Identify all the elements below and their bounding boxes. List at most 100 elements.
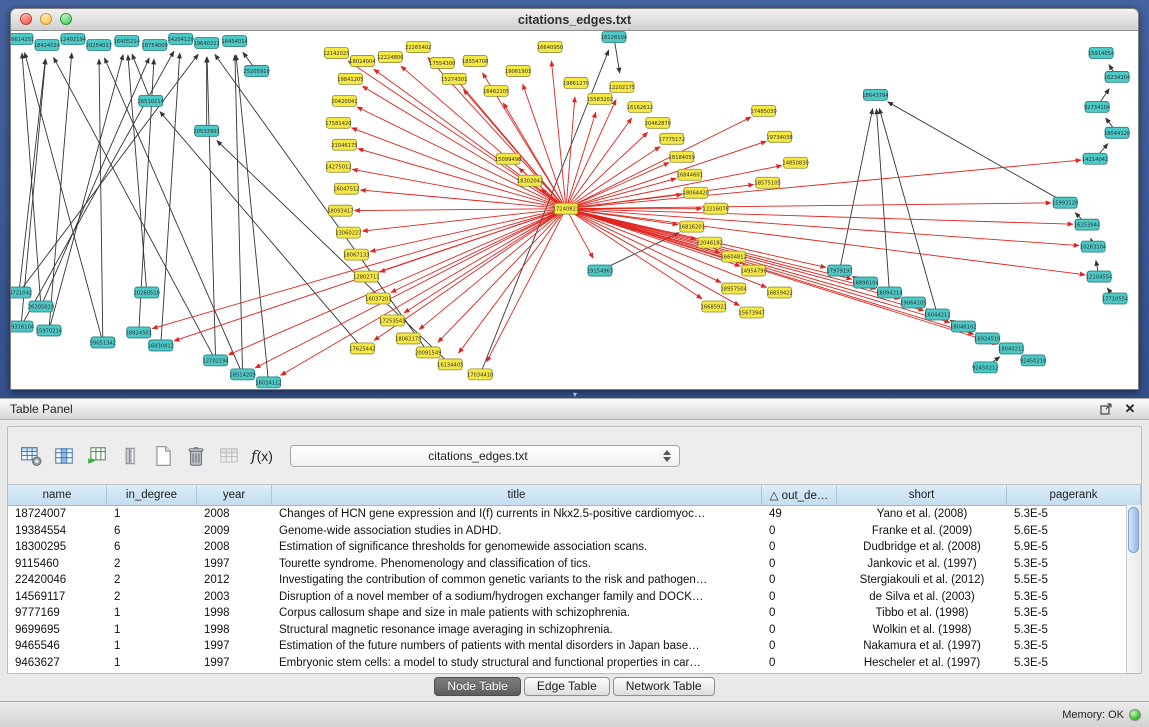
cell-pagerank[interactable]: 5.3E-5 (1007, 506, 1141, 523)
cell-short[interactable]: Yano et al. (2008) (837, 506, 1007, 523)
graph-node[interactable]: 15673947 (738, 307, 764, 318)
table-row[interactable]: 977716911998Corpus callosum shape and si… (8, 605, 1141, 622)
graph-node[interactable]: 16685921 (701, 301, 727, 312)
network-graph[interactable]: 1724082112142025180240041222480622265402… (11, 31, 1138, 390)
cell-name[interactable]: 22420046 (8, 572, 107, 589)
graph-node[interactable]: 20091549 (415, 347, 441, 358)
graph-node[interactable]: 92734104 (1084, 101, 1111, 112)
graph-node[interactable]: 16844601 (677, 169, 703, 180)
minimize-window-button[interactable] (40, 13, 52, 25)
cell-short[interactable]: Nakamura et al. (1997) (837, 638, 1007, 655)
graph-node[interactable]: 19316104 (11, 321, 35, 332)
cell-year[interactable]: 2003 (197, 589, 272, 606)
cell-in_degree[interactable]: 1 (107, 638, 197, 655)
column-header-title[interactable]: title (272, 485, 762, 505)
cell-pagerank[interactable]: 5.9E-5 (1007, 539, 1141, 556)
cell-title[interactable]: Tourette syndrome. Phenomenology and cla… (272, 556, 762, 573)
cell-out_degree[interactable]: 0 (762, 638, 837, 655)
graph-node[interactable]: 16830412 (148, 340, 174, 351)
cell-year[interactable]: 2008 (197, 539, 272, 556)
graph-node[interactable]: 18067133 (343, 249, 369, 260)
cell-short[interactable]: Hescheler et al. (1997) (837, 655, 1007, 672)
graph-node[interactable]: 19734038 (766, 131, 792, 142)
graph-node[interactable]: 14204120 (167, 33, 193, 44)
graph-node[interactable]: 12142025 (323, 47, 349, 58)
cell-title[interactable]: Disruption of a novel member of a sodium… (272, 589, 762, 606)
graph-node[interactable]: 59051342 (90, 337, 116, 348)
scrollbar-thumb[interactable] (1128, 507, 1139, 553)
graph-node[interactable]: 12202175 (609, 81, 635, 92)
graph-node[interactable]: 14954790 (740, 265, 766, 276)
cell-title[interactable]: Structural magnetic resonance image aver… (272, 622, 762, 639)
graph-node[interactable]: 18062175 (395, 333, 421, 344)
graph-node[interactable]: 14721042 (11, 287, 32, 298)
graph-node[interactable]: 16134405 (437, 359, 463, 370)
table-row[interactable]: 911546021997Tourette syndrome. Phenomeno… (8, 556, 1141, 573)
graph-node[interactable]: 92450210 (1020, 355, 1046, 366)
new-document-button[interactable] (150, 443, 176, 469)
graph-node[interactable]: 16640950 (537, 41, 563, 52)
table-row[interactable]: 946362711997Embryonic stem cells: a mode… (8, 655, 1141, 672)
cell-title[interactable]: Estimation of significance thresholds fo… (272, 539, 762, 556)
column-header-pagerank[interactable]: pagerank (1007, 485, 1141, 505)
graph-node[interactable]: 18024004 (349, 55, 376, 66)
graph-node[interactable]: 17625442 (349, 343, 375, 354)
graph-node[interactable]: 20420041 (331, 95, 357, 106)
cell-out_degree[interactable]: 0 (762, 572, 837, 589)
graph-node[interactable]: 25205910 (243, 65, 269, 76)
graph-node[interactable]: 16896104 (852, 277, 879, 288)
graph-node[interactable]: 20533991 (193, 125, 219, 136)
table-row[interactable]: 2242004622012Investigating the contribut… (8, 572, 1141, 589)
graph-node[interactable]: 18064420 (683, 187, 709, 198)
tab-edge-table[interactable]: Edge Table (524, 677, 610, 696)
graph-node[interactable]: 19841205 (337, 73, 363, 84)
cell-year[interactable]: 1998 (197, 622, 272, 639)
graph-node[interactable]: 17554300 (429, 57, 455, 68)
graph-node[interactable]: 18184059 (669, 151, 695, 162)
import-table-button[interactable] (84, 443, 110, 469)
graph-node[interactable]: 18040212 (998, 343, 1024, 354)
graph-node[interactable]: 18046102 (950, 321, 976, 332)
graph-node[interactable]: 13060227 (335, 227, 361, 238)
graph-node[interactable]: 20260510 (134, 287, 160, 298)
cell-pagerank[interactable]: 5.3E-5 (1007, 556, 1141, 573)
graph-node[interactable]: 22265402 (405, 41, 431, 52)
graph-node[interactable]: 17710554 (1102, 293, 1129, 304)
graph-node[interactable]: 10263104 (1080, 241, 1107, 252)
cell-name[interactable]: 19384554 (8, 523, 107, 540)
cell-name[interactable]: 18724007 (8, 506, 107, 523)
graph-node[interactable]: 18754009 (142, 39, 168, 50)
graph-node[interactable]: 17775172 (659, 133, 685, 144)
cell-out_degree[interactable]: 49 (762, 506, 837, 523)
cell-out_degree[interactable]: 0 (762, 589, 837, 606)
graph-node[interactable]: 19061903 (505, 65, 531, 76)
graph-node[interactable]: 16253944 (1074, 219, 1101, 230)
graph-node[interactable]: 16924510 (974, 333, 1000, 344)
cell-in_degree[interactable]: 6 (107, 523, 197, 540)
delete-button[interactable] (183, 443, 209, 469)
graph-node[interactable]: 16044212 (924, 309, 950, 320)
cell-short[interactable]: Wolkin et al. (1998) (837, 622, 1007, 639)
graph-node[interactable]: 18643794 (862, 89, 889, 100)
column-header-out_degree[interactable]: △ out_de… (762, 485, 837, 505)
graph-node[interactable]: 16037201 (365, 293, 391, 304)
cell-in_degree[interactable]: 1 (107, 605, 197, 622)
graph-node[interactable]: 18957504 (721, 283, 748, 294)
graph-node[interactable]: 16614251 (11, 33, 34, 44)
graph-node[interactable]: 15274301 (441, 73, 467, 84)
cell-short[interactable]: de Silva et al. (2003) (837, 589, 1007, 606)
cell-name[interactable]: 9463627 (8, 655, 107, 672)
graph-node[interactable]: 19064105 (900, 297, 926, 308)
cell-name[interactable]: 18300295 (8, 539, 107, 556)
cell-pagerank[interactable]: 5.3E-5 (1007, 638, 1141, 655)
cell-year[interactable]: 1997 (197, 655, 272, 672)
graph-node[interactable]: 20462870 (645, 117, 671, 128)
cell-pagerank[interactable]: 5.3E-5 (1007, 589, 1141, 606)
table-row[interactable]: 1456911722003Disruption of a novel membe… (8, 589, 1141, 606)
graph-node[interactable]: 19640221 (193, 37, 219, 48)
graph-node[interactable]: 21046175 (331, 139, 357, 150)
column-settings-button[interactable] (51, 443, 77, 469)
cell-title[interactable]: Corpus callosum shape and size in male p… (272, 605, 762, 622)
graph-node[interactable]: 16859422 (766, 287, 792, 298)
close-window-button[interactable] (20, 13, 32, 25)
